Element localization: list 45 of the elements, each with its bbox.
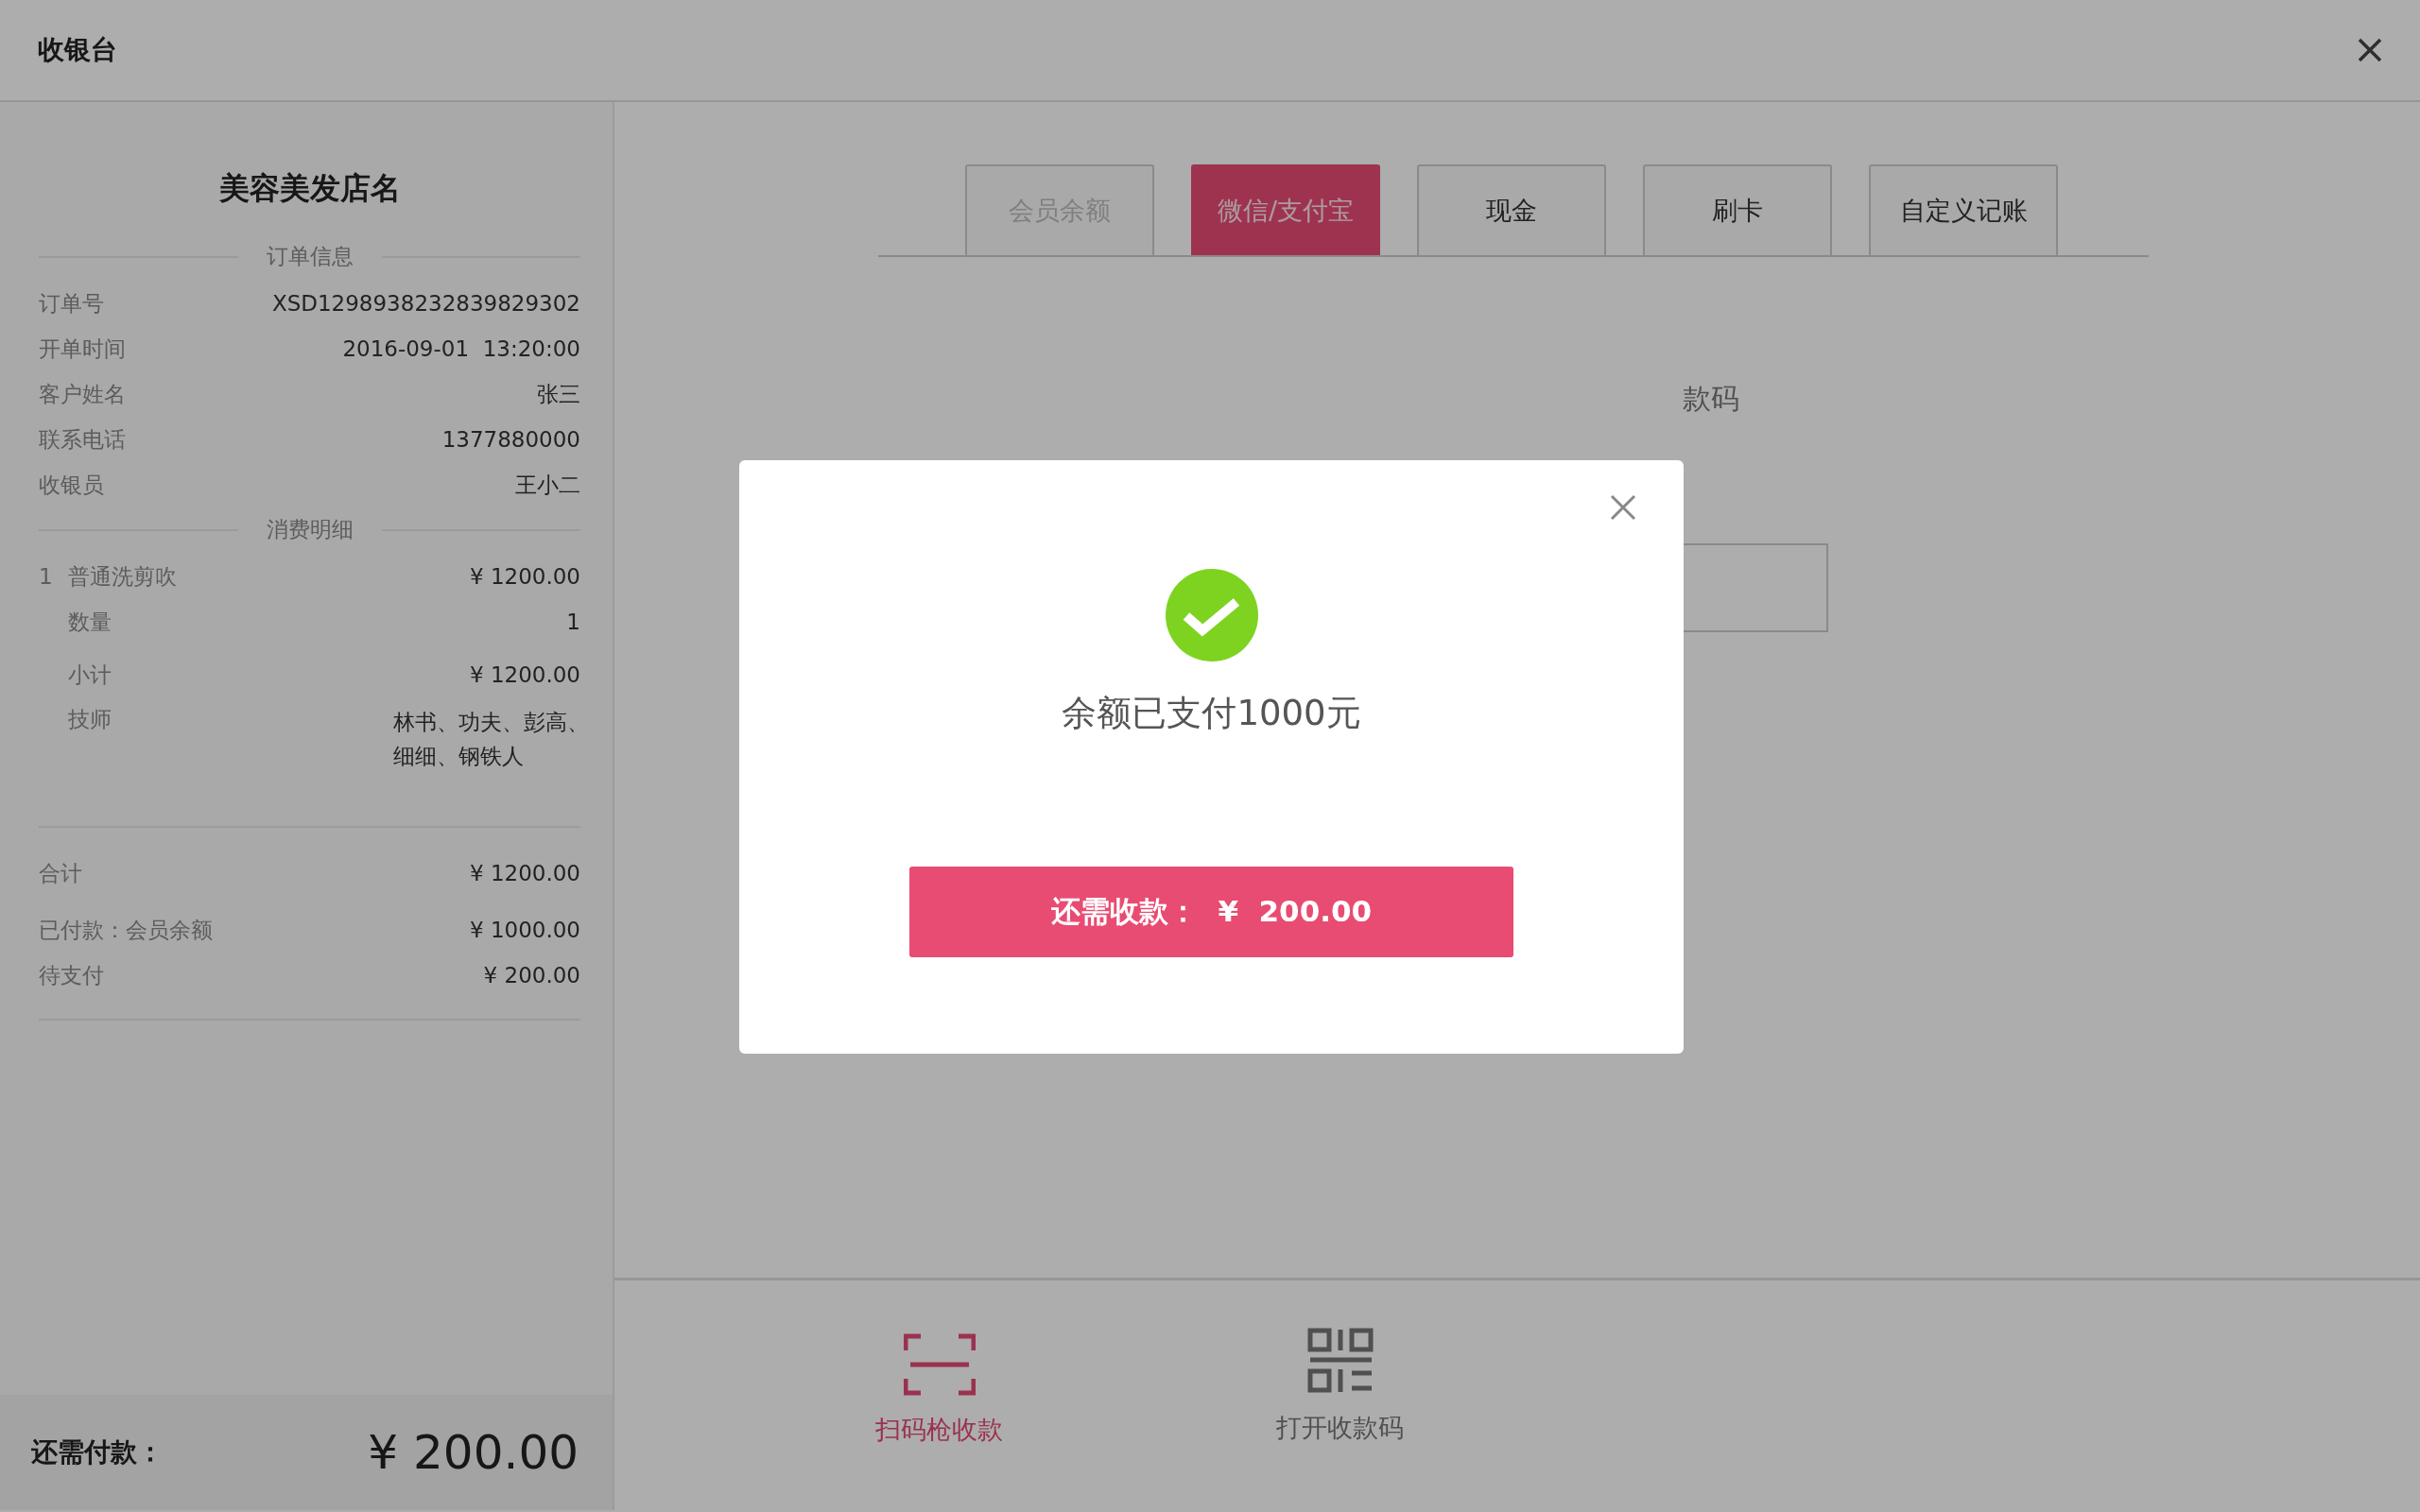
- scan-frame-icon: [903, 1333, 976, 1396]
- scan-option[interactable]: 扫码枪收款: [875, 1333, 1003, 1447]
- field-label: 联系电话: [39, 425, 126, 454]
- payment-tab[interactable]: 微信/支付宝: [1191, 164, 1380, 255]
- field-label: 客户姓名: [39, 380, 126, 408]
- item-name: 普通洗剪吹: [68, 562, 178, 591]
- total-label: 已付款：会员余额: [39, 916, 213, 944]
- field-value: 2016-09-01 13:20:00: [342, 336, 580, 361]
- close-icon[interactable]: [2358, 38, 2382, 62]
- qr-code-icon: [1306, 1328, 1374, 1394]
- field-value: ¥ 1200.00: [469, 662, 580, 687]
- item-price: ¥ 1200.00: [469, 564, 580, 589]
- shop-name: 美容美发店名: [217, 169, 402, 208]
- amount-due-label: 还需付款：: [31, 1435, 164, 1469]
- window-title: 收银台: [38, 33, 117, 67]
- collect-remaining-button[interactable]: 还需收款： ¥ 200.00: [909, 867, 1513, 957]
- field-value: 王小二: [515, 471, 580, 499]
- success-message: 余额已支付1000元: [1062, 692, 1361, 735]
- field-label: 收银员: [39, 471, 104, 499]
- total-value: ¥ 1200.00: [469, 861, 580, 885]
- total-label: 合计: [39, 859, 82, 887]
- field-label: 数量: [68, 608, 112, 636]
- total-value: ¥ 200.00: [483, 963, 580, 988]
- field-value: 1377880000: [441, 427, 580, 452]
- field-value: 林书、功夫、彭高、细细、钢铁人: [393, 709, 590, 770]
- payment-tab[interactable]: 刷卡: [1643, 164, 1832, 255]
- instruction-text: 款码: [1683, 381, 1739, 417]
- qr-option[interactable]: 打开收款码: [1276, 1328, 1404, 1445]
- amount-due: ¥ 200.00: [368, 1425, 579, 1480]
- field-value: XSD1298938232839829302: [271, 291, 580, 316]
- total-label: 待支付: [39, 961, 104, 989]
- field-label: 技师: [68, 706, 112, 733]
- payment-tab[interactable]: 现金: [1417, 164, 1606, 255]
- field-label: 开单时间: [39, 335, 126, 363]
- field-value: 1: [566, 610, 580, 634]
- section-heading: 订单信息: [266, 243, 354, 270]
- field-value: 张三: [537, 380, 580, 408]
- close-icon[interactable]: [1610, 494, 1636, 521]
- total-value: ¥ 1000.00: [469, 918, 580, 942]
- field-label: 小计: [68, 661, 112, 689]
- field-label: 订单号: [39, 289, 104, 318]
- section-heading: 消费明细: [266, 516, 354, 543]
- success-check-icon: [1165, 569, 1258, 662]
- item-number: 1: [39, 564, 54, 589]
- payment-tab[interactable]: 自定义记账: [1869, 164, 2058, 255]
